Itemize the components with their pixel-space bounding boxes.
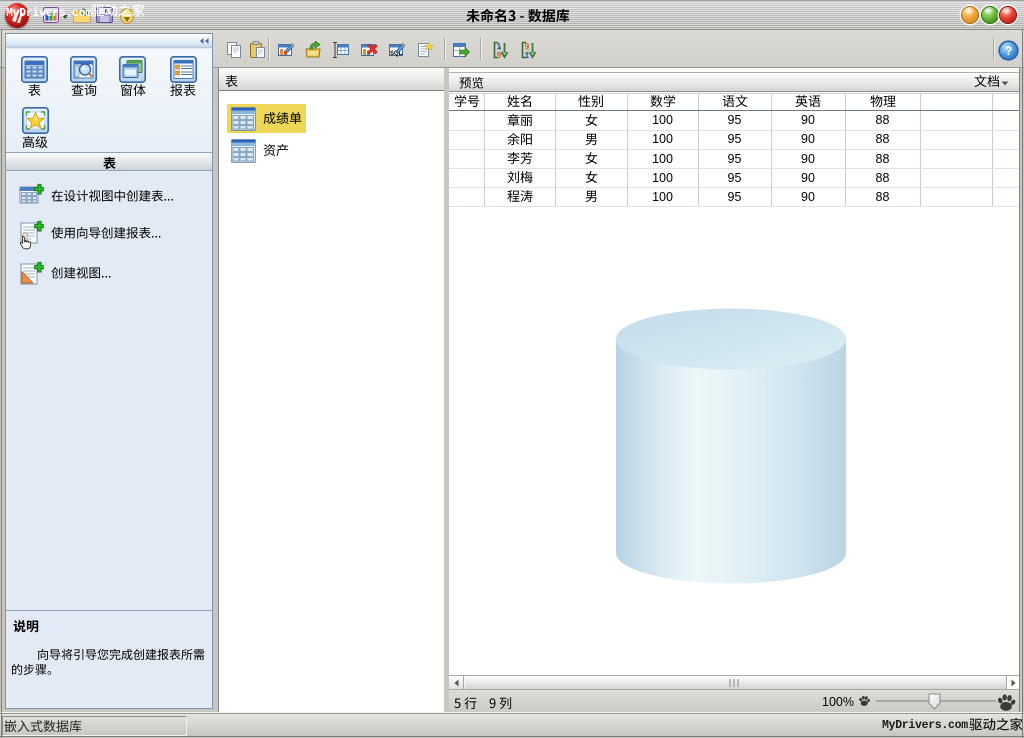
svg-text:1: 1 (525, 50, 530, 59)
svg-text:SQL: SQL (390, 51, 403, 57)
svg-text:9: 9 (497, 50, 502, 59)
